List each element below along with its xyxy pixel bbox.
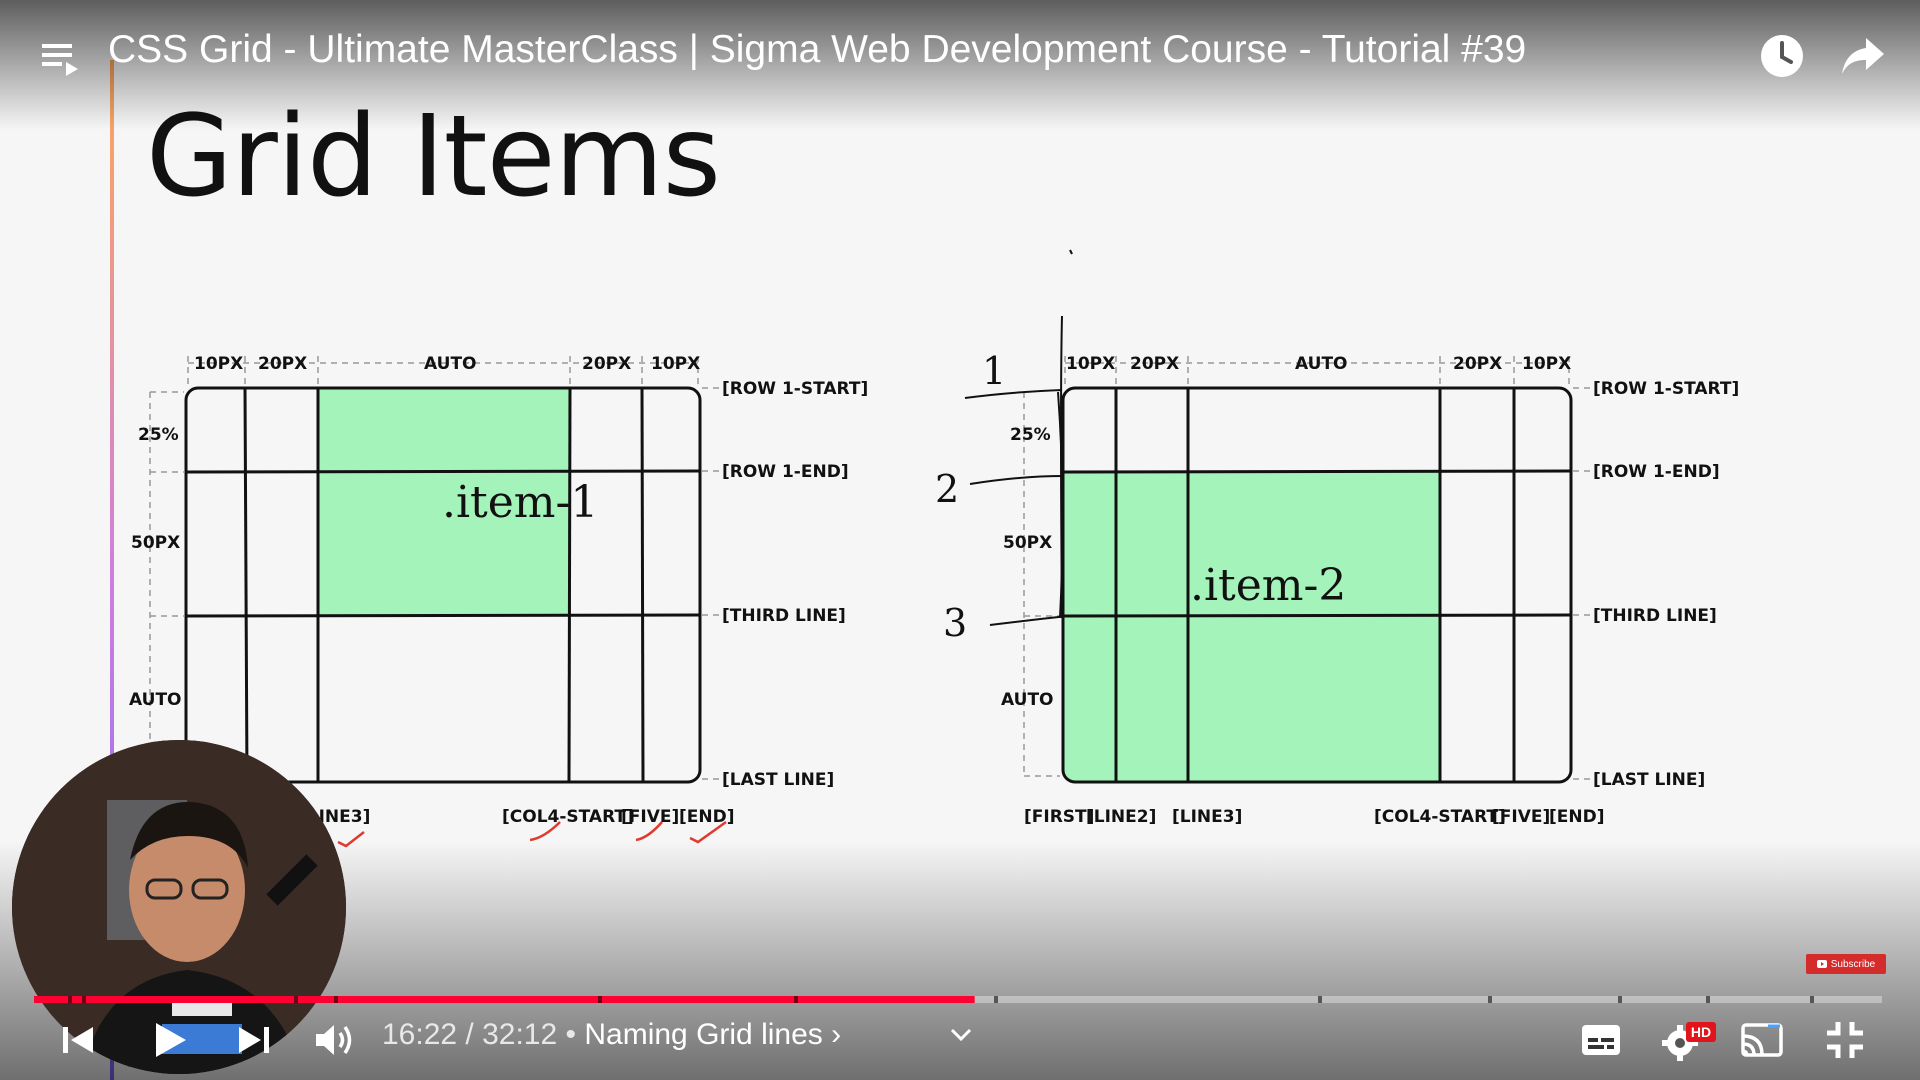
- right-col-line-6: [END]: [1549, 807, 1605, 827]
- share-icon[interactable]: [1838, 32, 1888, 80]
- exit-fullscreen-icon[interactable]: [1822, 1018, 1868, 1062]
- volume-icon[interactable]: [312, 1018, 356, 1062]
- right-col-line-3: [LINE3]: [1172, 807, 1242, 827]
- left-row-size-1: 25%: [138, 425, 179, 445]
- watch-later-icon[interactable]: [1758, 32, 1806, 80]
- chapter-bullet: •: [557, 1018, 585, 1051]
- youtube-logo-icon: [1816, 960, 1827, 968]
- right-row-size-1: 25%: [1010, 425, 1051, 445]
- right-row-line-4: [LAST LINE]: [1593, 770, 1705, 790]
- left-row-size-3: AUTO: [129, 690, 182, 710]
- previous-icon[interactable]: [58, 1018, 98, 1062]
- left-row-line-4: [LAST LINE]: [722, 770, 834, 790]
- right-col-line-4: [COL4-START]: [1374, 807, 1506, 827]
- left-row-line-1: [ROW 1-START]: [722, 379, 868, 399]
- chapter-arrow[interactable]: ›: [831, 1018, 841, 1051]
- current-time: 16:22: [382, 1018, 458, 1051]
- progress-played: [34, 996, 975, 1003]
- left-col-line-2: [COL4-START]: [502, 807, 634, 827]
- duration: 32:12: [482, 1018, 558, 1051]
- left-col-line-3: [FIVE]: [621, 807, 679, 827]
- left-col-size-3: AUTO: [424, 354, 477, 374]
- left-col-size-4: 20PX: [582, 354, 631, 374]
- right-col-size-4: 20PX: [1453, 354, 1502, 374]
- right-row-size-2: 50PX: [1003, 533, 1052, 553]
- right-col-size-5: 10PX: [1522, 354, 1571, 374]
- playlist-icon[interactable]: [36, 36, 84, 80]
- video-player[interactable]: Grid Items 10PX 20PX AUTO 20PX 10PX 25% …: [0, 0, 1920, 1080]
- subscribe-watermark[interactable]: Subscribe: [1806, 954, 1886, 974]
- subscribe-label: Subscribe: [1830, 958, 1876, 970]
- right-row-size-3: AUTO: [1001, 690, 1054, 710]
- right-col-line-5: [FIVE]: [1492, 807, 1550, 827]
- right-col-line-2: [LINE2]: [1086, 807, 1156, 827]
- subtitles-icon[interactable]: [1578, 1020, 1624, 1060]
- right-col-size-1: 10PX: [1066, 354, 1115, 374]
- left-row-line-3: [THIRD LINE]: [722, 606, 846, 626]
- cast-icon[interactable]: [1738, 1018, 1786, 1062]
- right-col-size-2: 20PX: [1130, 354, 1179, 374]
- play-icon[interactable]: [148, 1016, 192, 1064]
- chapter-title[interactable]: Naming Grid lines: [584, 1018, 822, 1051]
- left-row-line-2: [ROW 1-END]: [722, 462, 849, 482]
- right-row-line-1: [ROW 1-START]: [1593, 379, 1739, 399]
- right-row-line-2: [ROW 1-END]: [1593, 462, 1720, 482]
- left-col-size-5: 10PX: [651, 354, 700, 374]
- handwritten-number-3: 3: [943, 601, 967, 645]
- right-col-size-3: AUTO: [1295, 354, 1348, 374]
- left-col-line-4: [END]: [679, 807, 735, 827]
- video-title[interactable]: CSS Grid - Ultimate MasterClass | Sigma …: [108, 28, 1526, 72]
- item-2-label: .item-2: [1190, 560, 1346, 611]
- item-2-area: [1063, 472, 1440, 782]
- left-col-size-1: 10PX: [194, 354, 243, 374]
- right-grid: 10PX 20PX AUTO 20PX 10PX 25% 50PX AUTO […: [935, 249, 1739, 827]
- progress-bar[interactable]: [34, 988, 1882, 1003]
- time-display: 16:22 / 32:12 • Naming Grid lines ›: [382, 1018, 841, 1052]
- time-separator: /: [457, 1018, 483, 1051]
- handwritten-number-1: 1: [982, 349, 1006, 393]
- left-row-size-2: 50PX: [131, 533, 180, 553]
- item-1-label: .item-1: [442, 477, 598, 528]
- next-icon[interactable]: [234, 1018, 274, 1062]
- left-col-size-2: 20PX: [258, 354, 307, 374]
- chevron-down-icon[interactable]: [946, 1020, 976, 1050]
- handwritten-number-2: 2: [935, 467, 959, 511]
- hd-badge: HD: [1686, 1022, 1716, 1042]
- right-row-line-3: [THIRD LINE]: [1593, 606, 1717, 626]
- right-col-line-1: [FIRST]: [1024, 807, 1094, 827]
